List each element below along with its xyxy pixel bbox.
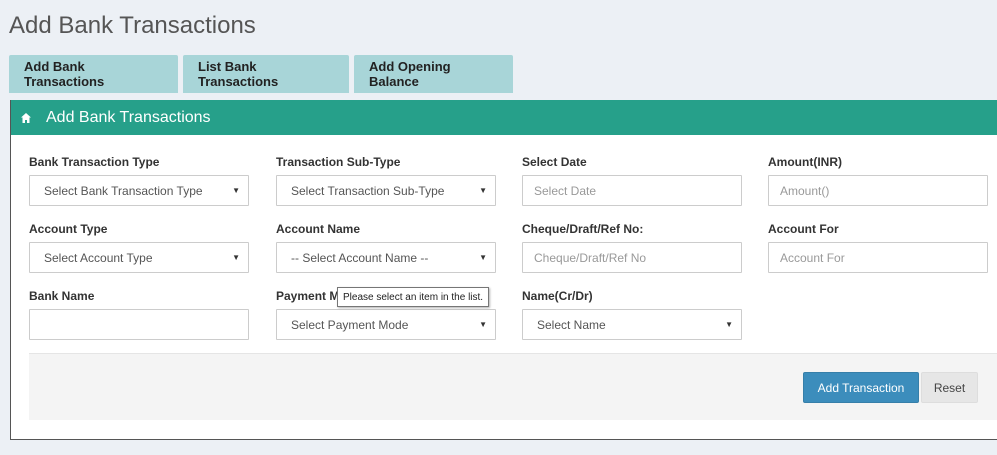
select-date-input[interactable]: Select Date <box>522 175 742 206</box>
home-icon <box>20 112 32 124</box>
validation-tooltip: Please select an item in the list. <box>337 287 490 307</box>
tab-add-bank-transactions[interactable]: Add Bank Transactions <box>9 55 178 93</box>
cheque-ref-label: Cheque/Draft/Ref No: <box>522 222 644 236</box>
tab-add-opening-balance[interactable]: Add Opening Balance <box>354 55 513 93</box>
caret-down-icon: ▼ <box>479 253 487 262</box>
name-cr-dr-value: Select Name <box>537 317 606 332</box>
account-name-value: -- Select Account Name -- <box>291 250 429 265</box>
page-title: Add Bank Transactions <box>9 12 256 39</box>
transaction-form-panel: Add Bank Transactions Bank Transaction T… <box>10 100 997 440</box>
amount-label: Amount(INR) <box>768 155 842 169</box>
panel-header: Add Bank Transactions <box>11 100 997 135</box>
account-for-label: Account For <box>768 222 839 236</box>
caret-down-icon: ▼ <box>479 186 487 195</box>
caret-down-icon: ▼ <box>232 186 240 195</box>
reset-button[interactable]: Reset <box>921 372 978 403</box>
bank-name-input[interactable] <box>29 309 249 340</box>
transaction-sub-type-select[interactable]: Select Transaction Sub-Type ▼ <box>276 175 496 206</box>
account-for-placeholder: Account For <box>780 250 845 265</box>
cheque-ref-input[interactable]: Cheque/Draft/Ref No <box>522 242 742 273</box>
name-cr-dr-label: Name(Cr/Dr) <box>522 289 593 303</box>
form-actions-bar: Add Transaction Reset <box>29 353 997 420</box>
amount-input[interactable]: Amount() <box>768 175 988 206</box>
transaction-sub-type-value: Select Transaction Sub-Type <box>291 183 445 198</box>
account-name-label: Account Name <box>276 222 361 236</box>
tab-list-bank-transactions[interactable]: List Bank Transactions <box>183 55 349 93</box>
panel-title: Add Bank Transactions <box>46 108 211 126</box>
account-type-select[interactable]: Select Account Type ▼ <box>29 242 249 273</box>
transaction-sub-type-label: Transaction Sub-Type <box>276 155 401 169</box>
bank-transaction-type-select[interactable]: Select Bank Transaction Type ▼ <box>29 175 249 206</box>
cheque-ref-placeholder: Cheque/Draft/Ref No <box>534 250 647 265</box>
account-type-value: Select Account Type <box>44 250 153 265</box>
caret-down-icon: ▼ <box>725 320 733 329</box>
amount-placeholder: Amount() <box>780 183 830 198</box>
payment-mode-select[interactable]: Select Payment Mode ▼ <box>276 309 496 340</box>
tab-bar: Add Bank Transactions List Bank Transact… <box>9 55 518 93</box>
caret-down-icon: ▼ <box>232 253 240 262</box>
bank-transaction-type-value: Select Bank Transaction Type <box>44 183 203 198</box>
name-cr-dr-select[interactable]: Select Name ▼ <box>522 309 742 340</box>
select-date-label: Select Date <box>522 155 587 169</box>
select-date-placeholder: Select Date <box>534 183 597 198</box>
bank-transaction-type-label: Bank Transaction Type <box>29 155 160 169</box>
payment-mode-value: Select Payment Mode <box>291 317 409 332</box>
account-name-select[interactable]: -- Select Account Name -- ▼ <box>276 242 496 273</box>
add-transaction-button[interactable]: Add Transaction <box>803 372 919 403</box>
account-for-input[interactable]: Account For <box>768 242 988 273</box>
caret-down-icon: ▼ <box>479 320 487 329</box>
account-type-label: Account Type <box>29 222 108 236</box>
bank-name-label: Bank Name <box>29 289 95 303</box>
